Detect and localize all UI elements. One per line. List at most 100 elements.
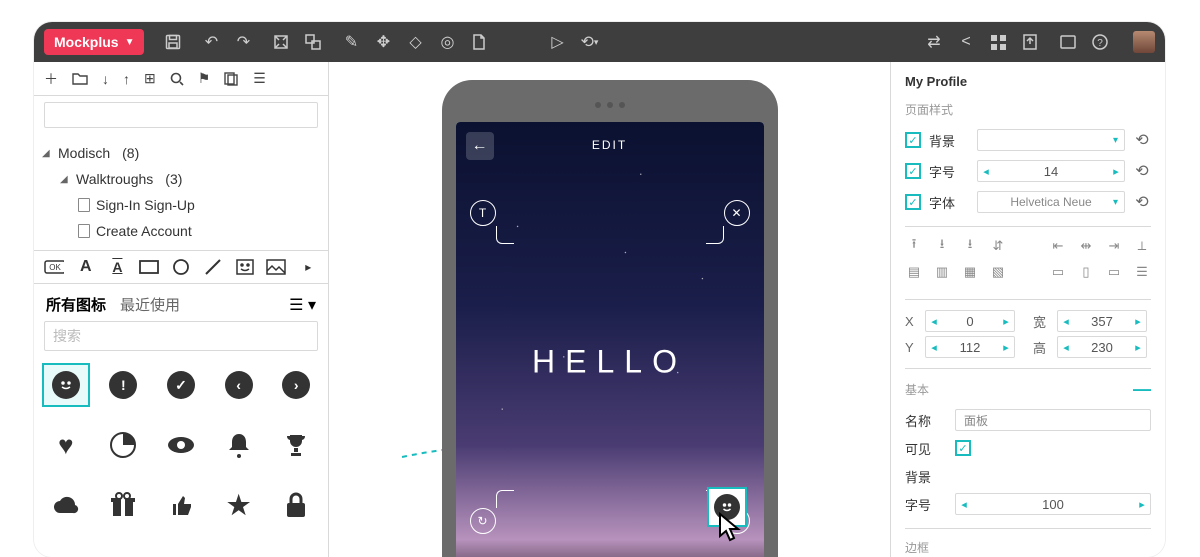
dist-v-icon[interactable]: ▯ [1077, 263, 1095, 281]
h-stepper[interactable]: ◂230▸ [1057, 336, 1147, 358]
brand-menu[interactable]: Mockplus ▼ [44, 29, 144, 55]
x-stepper[interactable]: ◂0▸ [925, 310, 1015, 332]
baseline-icon[interactable]: ⟂ [1133, 237, 1151, 255]
flag-icon[interactable]: ⚑ [198, 70, 211, 87]
thumbs-up-icon[interactable] [157, 483, 205, 527]
name-input[interactable]: 面板 [955, 409, 1151, 431]
page-search-input[interactable] [44, 102, 318, 128]
handle-bottom-left[interactable]: ↻ [470, 490, 514, 534]
sitemap-icon[interactable]: ⊞ [144, 70, 156, 87]
y-stepper[interactable]: ◂112▸ [925, 336, 1015, 358]
dist-h-icon[interactable]: ▭ [1049, 263, 1067, 281]
tab-all-icons[interactable]: 所有图标 [46, 294, 106, 315]
trophy-icon[interactable] [272, 423, 320, 467]
reset-icon[interactable]: ⟲ [1133, 192, 1151, 212]
gift-icon[interactable] [100, 483, 148, 527]
brush-icon[interactable]: ✎ [342, 33, 360, 51]
space-h-icon[interactable]: ⇤ [1049, 237, 1067, 255]
export-icon[interactable] [1021, 33, 1039, 51]
play-icon[interactable]: ▷ [548, 33, 566, 51]
align-left-icon[interactable]: ▤ [905, 263, 923, 281]
folder-node[interactable]: ◢ Walktroughs (3) [60, 166, 328, 192]
canvas[interactable]: ← EDIT HELLO T ✕ ↻ ✥ ✂ [329, 62, 890, 557]
add-page-icon[interactable]: ＋ [44, 69, 58, 89]
help-icon[interactable]: ? [1091, 33, 1109, 51]
undo-icon[interactable]: ↶ [202, 33, 220, 51]
button-widget-icon[interactable]: OK [44, 258, 64, 276]
chevron-right-circle-icon[interactable]: › [272, 363, 320, 407]
align-grid-icon[interactable]: ▧ [989, 263, 1007, 281]
redo-icon[interactable]: ↷ [234, 33, 252, 51]
lock-icon[interactable] [272, 483, 320, 527]
file-icon[interactable] [470, 33, 488, 51]
handle-top-left[interactable]: T [470, 200, 514, 244]
project-node[interactable]: ◢ Modisch (8) [42, 140, 328, 166]
font-select[interactable]: Helvetica Neue▾ [977, 191, 1125, 213]
text-icon[interactable]: A [76, 258, 96, 276]
bell-icon[interactable] [215, 423, 263, 467]
target-icon[interactable]: ◎ [438, 33, 456, 51]
smiley-icon[interactable] [42, 363, 90, 407]
reset-icon[interactable]: ⟲ [1133, 161, 1151, 181]
fontsize-checkbox[interactable]: ✓ [905, 163, 921, 179]
share-icon[interactable]: < [957, 33, 975, 51]
device-icon[interactable] [1059, 33, 1077, 51]
align-hcenter-icon[interactable]: ▥ [933, 263, 951, 281]
sort-up-icon[interactable]: ↑ [123, 71, 130, 87]
alert-icon[interactable]: ! [100, 363, 148, 407]
eraser-icon[interactable]: ◇ [406, 33, 424, 51]
tab-recent-icons[interactable]: 最近使用 [120, 294, 180, 315]
save-icon[interactable] [164, 33, 182, 51]
underline-text-icon[interactable]: A [108, 258, 128, 276]
bg-color-select[interactable]: ▾ [977, 129, 1125, 151]
image-icon[interactable] [266, 258, 286, 276]
align-right-icon[interactable]: ▦ [961, 263, 979, 281]
icon-search-input[interactable]: 搜索 [44, 321, 318, 351]
reset-icon[interactable]: ⟲ [1133, 130, 1151, 150]
space-v-icon[interactable]: ⇥ [1105, 237, 1123, 255]
search-icon[interactable] [170, 72, 184, 86]
list-icon[interactable]: ☰ [253, 70, 266, 87]
fs2-stepper[interactable]: ◂100▸ [955, 493, 1151, 515]
align-bottom-icon[interactable]: ⭳ [961, 237, 979, 255]
ungroup-icon[interactable] [304, 33, 322, 51]
template-icon[interactable] [224, 72, 239, 86]
check-circle-icon[interactable]: ✓ [157, 363, 205, 407]
sort-down-icon[interactable]: ↓ [102, 71, 109, 87]
eye-icon[interactable] [157, 423, 205, 467]
refresh-icon[interactable]: ⟲▾ [580, 33, 598, 51]
align-middle-icon[interactable]: ⭳ [933, 237, 951, 255]
space-center-icon[interactable]: ⇹ [1077, 237, 1095, 255]
cloud-icon[interactable] [42, 483, 90, 527]
dist-eq-icon[interactable]: ☰ [1133, 263, 1151, 281]
pie-icon[interactable] [100, 423, 148, 467]
back-button[interactable]: ← [466, 132, 494, 160]
crop-icon[interactable]: ✥ [374, 33, 392, 51]
star-icon[interactable]: ★ [215, 483, 263, 527]
list-options-icon[interactable]: ☰ ▾ [289, 295, 316, 315]
font-checkbox[interactable]: ✓ [905, 194, 921, 210]
align-dist-v-icon[interactable]: ⇵ [989, 237, 1007, 255]
line-icon[interactable] [203, 258, 223, 276]
user-avatar[interactable] [1133, 31, 1155, 53]
sync-icon[interactable]: ⇄ [925, 33, 943, 51]
circle-icon[interactable] [171, 258, 191, 276]
w-stepper[interactable]: ◂357▸ [1057, 310, 1147, 332]
page-node[interactable]: Create Account [78, 218, 328, 244]
align-top-icon[interactable]: ⭱ [905, 237, 923, 255]
more-icon[interactable]: ▸ [298, 258, 318, 276]
collapse-icon[interactable]: — [1133, 379, 1151, 400]
page-node[interactable]: Sign-In Sign-Up [78, 192, 328, 218]
visible-checkbox[interactable]: ✓ [955, 440, 971, 456]
rectangle-icon[interactable] [139, 258, 159, 276]
chevron-left-circle-icon[interactable]: ‹ [215, 363, 263, 407]
group-icon[interactable] [272, 33, 290, 51]
smiley-box-icon[interactable] [235, 258, 255, 276]
bg-checkbox[interactable]: ✓ [905, 132, 921, 148]
dist-h2-icon[interactable]: ▭ [1105, 263, 1123, 281]
folder-icon[interactable] [72, 72, 88, 85]
hello-text[interactable]: HELLO [532, 344, 687, 381]
fontsize-stepper[interactable]: ◂14▸ [977, 160, 1125, 182]
heart-icon[interactable]: ♥ [42, 423, 90, 467]
handle-top-right[interactable]: ✕ [706, 200, 750, 244]
